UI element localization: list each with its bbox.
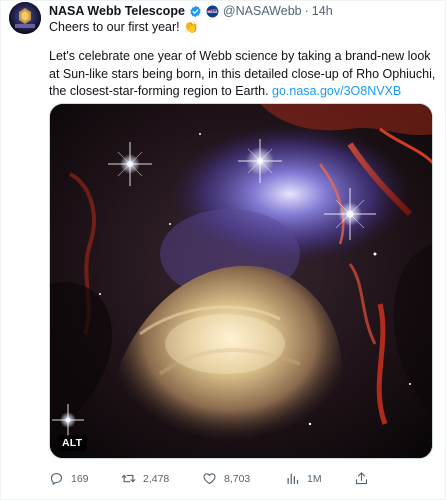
share-button[interactable] (354, 471, 376, 486)
timestamp[interactable]: 14h (312, 4, 333, 18)
tweet-body: Let's celebrate one year of Webb science… (49, 48, 441, 101)
avatar[interactable] (9, 2, 41, 34)
first-line-text: Cheers to our first year! (49, 20, 180, 34)
views-button[interactable]: 1M (285, 471, 322, 486)
nasa-logo-icon: NASA (206, 5, 219, 17)
tweet-card[interactable]: NASA Webb Telescope NASA @NASAWebb · 14h… (0, 0, 446, 500)
separator-dot: · (304, 4, 309, 18)
clapping-hands-emoji: 👏 (183, 20, 199, 34)
tweet-actions: 169 2,478 8,703 1M (49, 471, 441, 489)
alt-badge[interactable]: ALT (57, 435, 88, 451)
share-icon (355, 472, 368, 485)
verified-icon (190, 5, 201, 17)
tweet-media-image[interactable]: ALT (49, 103, 433, 459)
views-icon (287, 473, 299, 485)
like-count: 8,703 (224, 472, 251, 485)
reply-count: 169 (71, 472, 89, 485)
like-button[interactable]: 8,703 (202, 471, 250, 486)
tweet-first-line: Cheers to our first year! 👏 (49, 20, 199, 34)
author-handle[interactable]: @NASAWebb (223, 4, 302, 18)
reply-icon (50, 472, 63, 485)
retweet-icon (121, 474, 136, 483)
views-count: 1M (307, 472, 322, 485)
retweet-button[interactable]: 2,478 (121, 471, 169, 486)
author-name[interactable]: NASA Webb Telescope (49, 4, 185, 18)
retweet-count: 2,478 (143, 472, 170, 485)
like-icon (203, 473, 216, 485)
tweet-header: NASA Webb Telescope NASA @NASAWebb · 14h (49, 3, 333, 19)
tweet-link[interactable]: go.nasa.gov/3O8NVXB (272, 84, 401, 98)
svg-text:NASA: NASA (207, 10, 217, 14)
reply-button[interactable]: 169 (49, 471, 89, 486)
